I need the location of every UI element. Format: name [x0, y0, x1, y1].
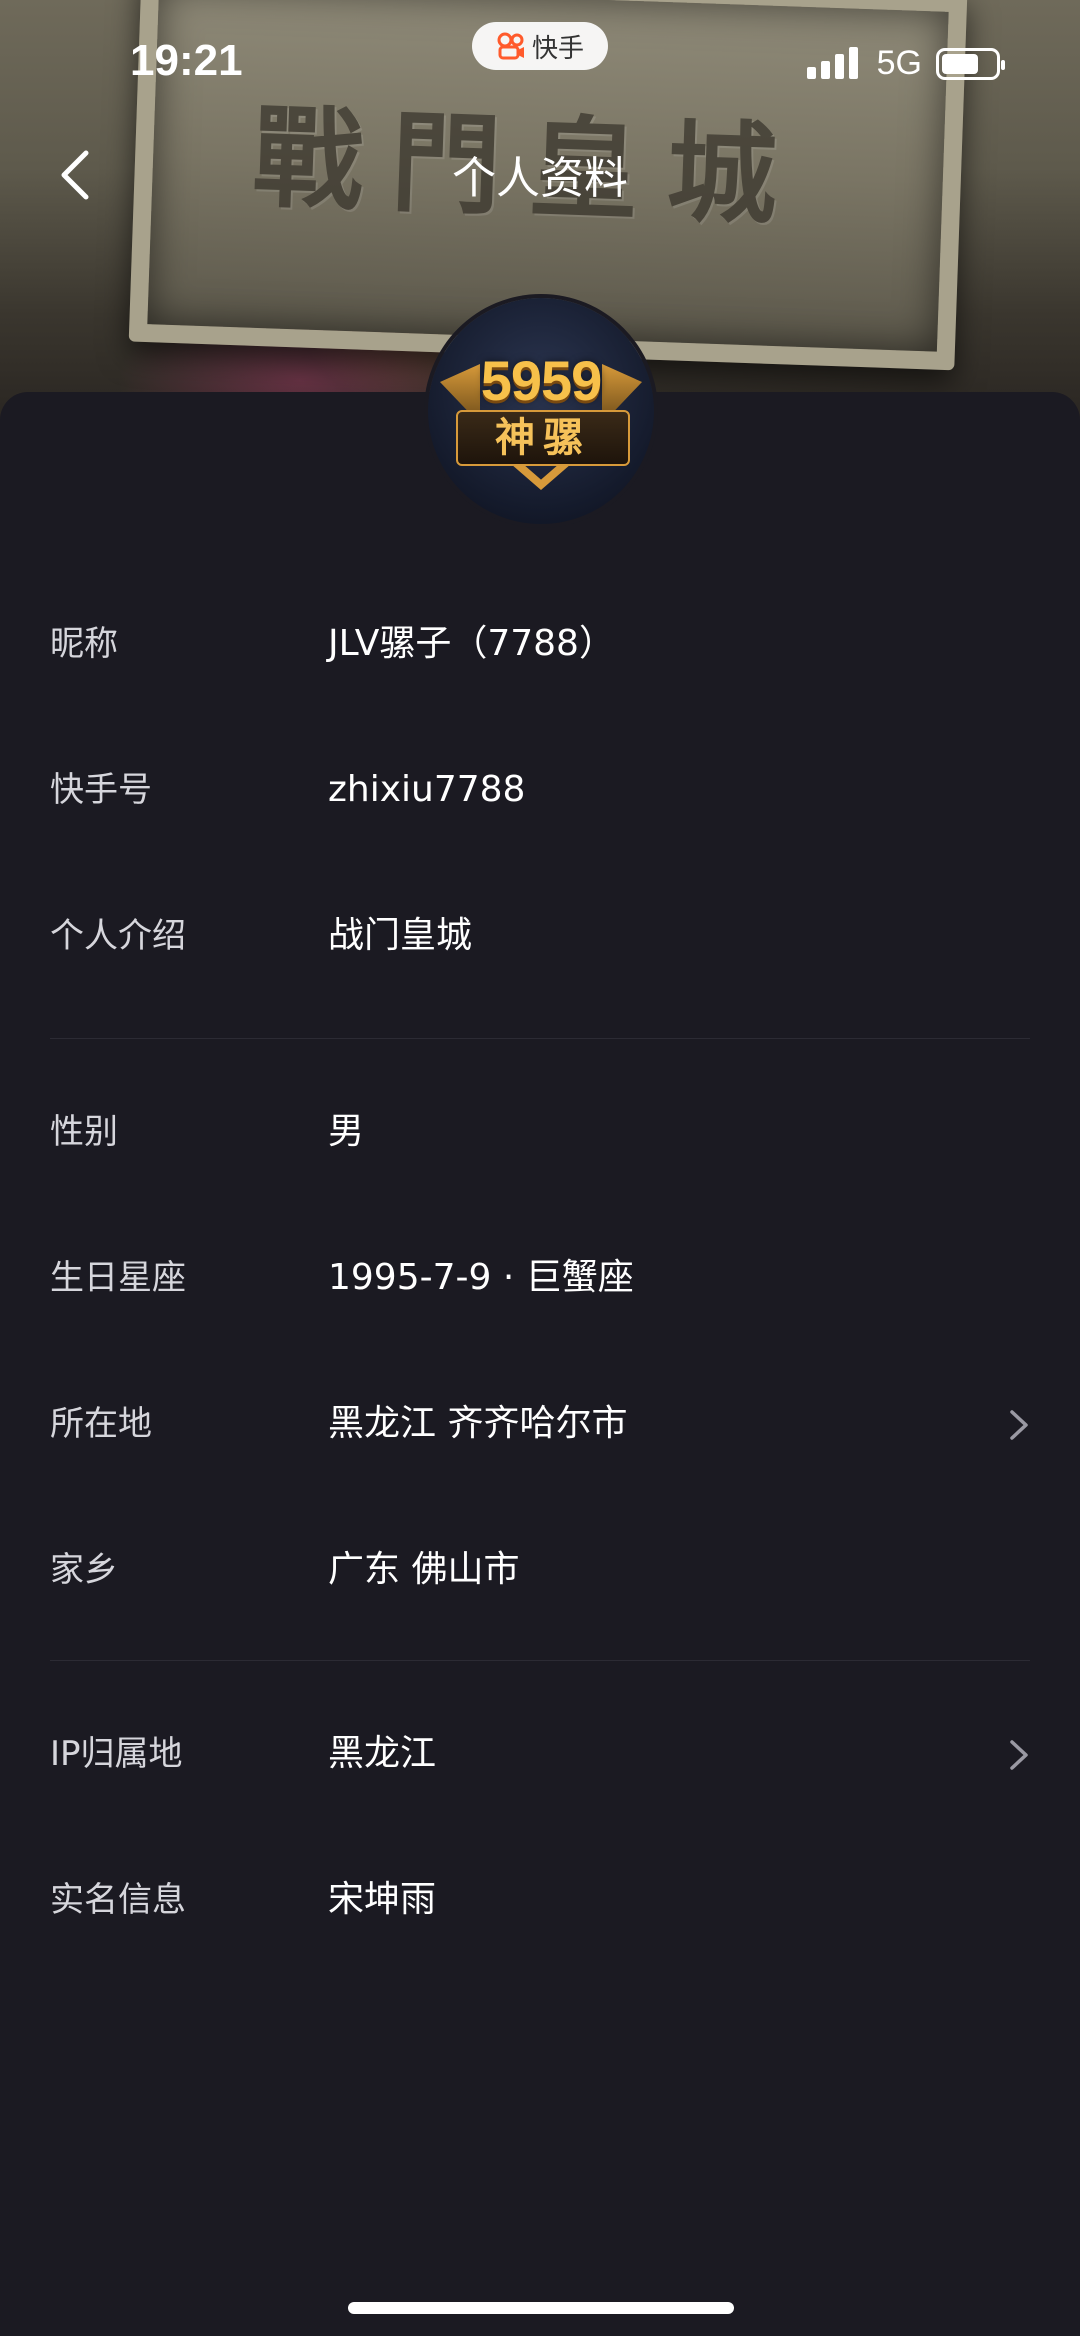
ip-location-value: 黑龙江	[328, 1733, 437, 1774]
row-real-name[interactable]: 实名信息 宋坤雨	[0, 1870, 1080, 1930]
app-badge[interactable]: 快手	[472, 22, 608, 70]
location-value: 黑龙江 齐齐哈尔市	[328, 1403, 628, 1444]
row-nickname[interactable]: 昵称 JLV骡子（7788）	[0, 614, 1080, 674]
row-birthday[interactable]: 生日星座 1995-7-9 · 巨蟹座	[0, 1248, 1080, 1308]
profile-card	[0, 392, 1080, 2336]
real-name-value: 宋坤雨	[328, 1879, 437, 1920]
avatar-badge-name: 神骡	[456, 410, 630, 466]
page-title: 个人资料	[452, 153, 628, 204]
row-kuaishou-id[interactable]: 快手号 zhixiu7788	[0, 760, 1080, 820]
kuaishou-id-label: 快手号	[50, 770, 152, 810]
hometown-value: 广东 佛山市	[328, 1549, 520, 1590]
location-label: 所在地	[50, 1404, 152, 1444]
hometown-label: 家乡	[50, 1550, 118, 1590]
status-time: 19:21	[130, 36, 243, 85]
section-divider	[50, 1038, 1030, 1039]
row-gender[interactable]: 性别 男	[0, 1102, 1080, 1162]
chevron-right-icon[interactable]	[1008, 1738, 1030, 1772]
row-ip-location[interactable]: IP归属地 黑龙江	[0, 1724, 1080, 1784]
kuaishou-logo-icon	[497, 32, 524, 60]
section-divider	[50, 1660, 1030, 1661]
intro-value: 战门皇城	[328, 915, 473, 956]
birthday-value: 1995-7-9 · 巨蟹座	[328, 1257, 634, 1298]
signal-icon	[806, 46, 858, 79]
home-indicator[interactable]	[348, 2302, 734, 2314]
kuaishou-id-value: zhixiu7788	[328, 769, 526, 810]
app-badge-label: 快手	[531, 33, 584, 64]
birthday-label: 生日星座	[50, 1258, 186, 1298]
real-name-label: 实名信息	[50, 1880, 186, 1920]
gender-value: 男	[328, 1111, 365, 1152]
badge-chevron	[511, 464, 571, 490]
row-location[interactable]: 所在地 黑龙江 齐齐哈尔市	[0, 1394, 1080, 1454]
gender-label: 性别	[50, 1112, 118, 1152]
battery-icon	[936, 47, 1005, 80]
row-hometown[interactable]: 家乡 广东 佛山市	[0, 1540, 1080, 1600]
intro-label: 个人介绍	[50, 916, 186, 956]
chevron-right-icon[interactable]	[1008, 1408, 1030, 1442]
avatar-badge-number: 5959	[480, 349, 603, 412]
network-type: 5G	[876, 44, 922, 82]
nickname-label: 昵称	[50, 624, 118, 664]
status-indicators: 5G	[806, 44, 1005, 83]
ip-location-label: IP归属地	[50, 1734, 183, 1774]
avatar[interactable]: 5959 神骡	[428, 298, 654, 524]
row-intro[interactable]: 个人介绍 战门皇城	[0, 906, 1080, 966]
nickname-value: JLV骡子（7788）	[328, 623, 615, 664]
